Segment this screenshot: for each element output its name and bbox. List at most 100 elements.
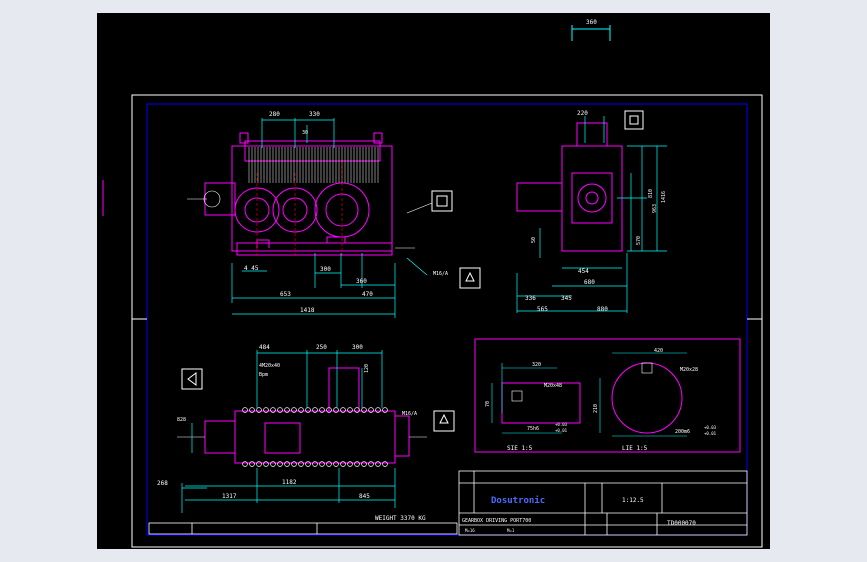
flange-bolt xyxy=(242,407,248,413)
flange-bolt xyxy=(284,407,290,413)
front-view: 280 330 30 4 45 300 360 653 470 1418 M16… xyxy=(187,111,481,318)
flange-bolt xyxy=(277,407,283,413)
flange-bolt xyxy=(368,407,374,413)
flange-bolt xyxy=(291,407,297,413)
detail-a-label: SIE 1:5 xyxy=(507,445,533,452)
flange-bolt xyxy=(305,407,311,413)
detail-b-tol2: +0.01 xyxy=(704,431,717,436)
dim-side-c2: 345 xyxy=(561,295,572,302)
title-block xyxy=(148,470,748,536)
flange-bolt xyxy=(256,461,262,467)
flange-bolt xyxy=(242,461,248,467)
flange-bolt xyxy=(347,461,353,467)
dim-side-d1: 565 xyxy=(537,306,548,313)
flange-bolt xyxy=(361,407,367,413)
oil-callout-front: M16/A xyxy=(433,271,448,277)
plan-view: 484 250 300 120 4M20x40 Bpm 828 268 1182… xyxy=(157,344,455,522)
detail-b-dim: 420 xyxy=(654,348,663,354)
detail-a-tol2: +0.01 xyxy=(555,428,568,433)
breather-symbol xyxy=(406,190,453,214)
dim-front-bot-b: 360 xyxy=(356,278,367,285)
detail-a-bolt: M20x48 xyxy=(544,383,562,389)
dim-side-v: 50 xyxy=(531,237,537,243)
lifting-symbol xyxy=(624,110,644,130)
flange-bolt xyxy=(249,461,255,467)
dim-plan-shaft: 120 xyxy=(364,364,370,373)
top-dimension xyxy=(571,25,611,41)
detail-b-label: LIE 1:5 xyxy=(622,445,648,452)
drawing-number: TD000070 xyxy=(667,520,696,527)
dim-plan-far-left: 268 xyxy=(157,480,168,487)
dim-side-b2: 680 xyxy=(584,279,595,286)
title-row-b: M=1 xyxy=(507,528,515,533)
dim-plan-bot-c: 845 xyxy=(359,493,370,500)
dim-plan-a: 484 xyxy=(259,344,270,351)
plan-bolt-note: 4M20x40 xyxy=(259,363,280,369)
drawing-viewport[interactable]: 360 280 330 30 4 45 300 360 653 470 1418… xyxy=(97,13,770,549)
flange-bolt xyxy=(284,461,290,467)
flange-bolt xyxy=(354,461,360,467)
flange-bolt xyxy=(340,461,346,467)
flange-bolt xyxy=(256,407,262,413)
flange-bolt xyxy=(361,461,367,467)
dim-front-bot-a: 300 xyxy=(320,266,331,273)
flange-bolt xyxy=(347,407,353,413)
flange-bolt xyxy=(333,461,339,467)
flange-bolt xyxy=(375,407,381,413)
dim-side-top: 220 xyxy=(577,110,588,117)
drawing-title: GEARBOX DRIVING PORT700 xyxy=(462,518,531,524)
flange-bolt xyxy=(326,461,332,467)
dim-front-c: 30 xyxy=(302,130,308,136)
company-logo: Dosutronic xyxy=(491,495,545,506)
oil-callout-plan: M16/A xyxy=(402,411,417,417)
outer-frame xyxy=(131,94,763,548)
scale-value: 1:12.5 xyxy=(622,497,644,504)
flange-bolt xyxy=(270,407,276,413)
dim-side-h2: 1416 xyxy=(661,191,667,203)
flange-bolt xyxy=(319,407,325,413)
dim-front-a: 280 xyxy=(269,111,280,118)
flange-bolt xyxy=(249,407,255,413)
flange-bolt xyxy=(333,407,339,413)
flange-bolt xyxy=(375,461,381,467)
flange-bolt xyxy=(277,461,283,467)
flange-bolt xyxy=(382,407,388,413)
cad-drawing: 360 280 330 30 4 45 300 360 653 470 1418… xyxy=(102,19,763,548)
flange-bolt xyxy=(291,461,297,467)
plan-depth-note: Bpm xyxy=(259,372,268,378)
dim-front-bot-c: 653 xyxy=(280,291,291,298)
flange-bolt xyxy=(382,461,388,467)
flange-bolt xyxy=(305,461,311,467)
flange-bolt xyxy=(368,461,374,467)
weight-note: WEIGHT 3370 KG xyxy=(375,515,426,522)
flange-bolt xyxy=(270,461,276,467)
side-view: 220 810 1416 570 963 50 454 680 336 345 … xyxy=(516,110,667,313)
dim-side-d2: 880 xyxy=(597,306,608,313)
flange-bolt xyxy=(312,407,318,413)
dim-side-h4: 963 xyxy=(652,204,658,213)
flange-bolt xyxy=(312,461,318,467)
dim-side-h3: 570 xyxy=(636,236,642,245)
dim-front-total: 1418 xyxy=(300,307,315,314)
dim-plan-left: 828 xyxy=(177,417,186,423)
detail-b-side: 210 xyxy=(593,404,599,413)
detail-b-bot: 200m6 xyxy=(675,429,690,435)
flange-bolt xyxy=(319,461,325,467)
dim-plan-c: 300 xyxy=(352,344,363,351)
dim-front-b: 330 xyxy=(309,111,320,118)
detail-b-bolt: M20x28 xyxy=(680,367,698,373)
detail-a-side: 70 xyxy=(485,401,491,407)
oil-drain-symbol xyxy=(459,267,481,289)
dim-side-c1: 336 xyxy=(525,295,536,302)
detail-a-dim: 320 xyxy=(532,362,541,368)
flange-bolt xyxy=(263,461,269,467)
dim-front-bot-d: 470 xyxy=(362,291,373,298)
drain-symbol-plan xyxy=(433,410,455,432)
detail-b-tol1: +0.03 xyxy=(704,425,717,430)
dim-plan-bot-b: 1317 xyxy=(222,493,237,500)
dim-plan-b: 250 xyxy=(316,344,327,351)
dim-top: 360 xyxy=(586,19,597,26)
flange-bolt xyxy=(340,407,346,413)
flange-bolt xyxy=(263,407,269,413)
detail-a-bot: 75h6 xyxy=(527,426,539,432)
